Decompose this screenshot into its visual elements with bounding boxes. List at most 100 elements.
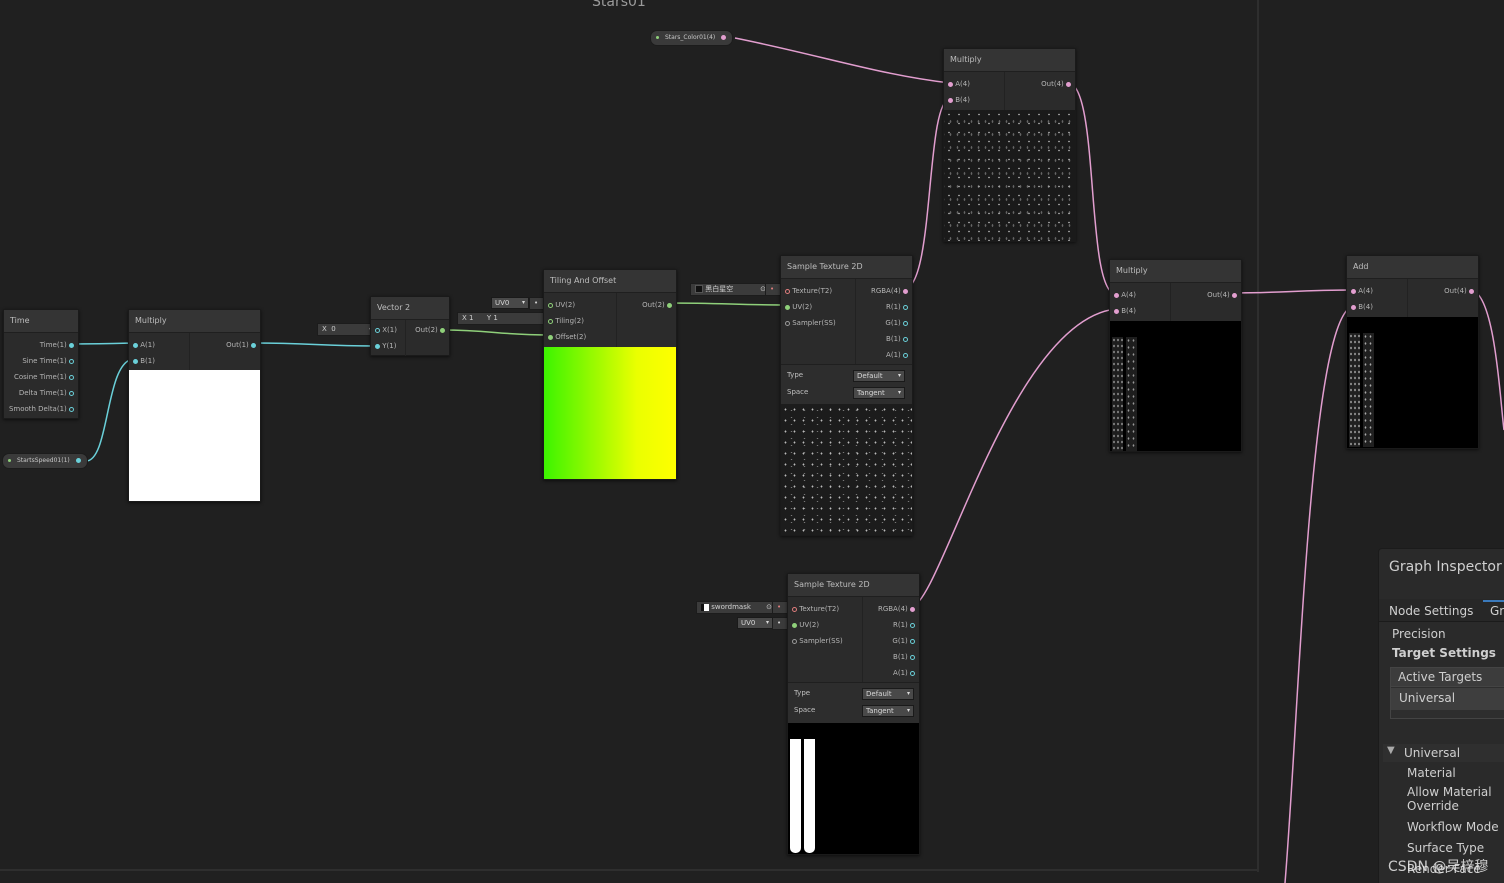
port-label: RGBA(4) [870,287,901,295]
group-border-bottom [0,869,1259,871]
graph-inspector-panel[interactable]: Graph Inspector Node Settings Gra Precis… [1378,548,1504,883]
output-port[interactable] [69,406,74,412]
output-port[interactable] [440,327,445,333]
output-port[interactable] [251,342,256,348]
input-port[interactable] [1351,304,1356,310]
port-label: Offset(2) [555,333,587,341]
input-port[interactable] [948,81,953,87]
input-port[interactable] [792,606,797,612]
input-port[interactable] [785,288,790,294]
output-port[interactable] [75,458,81,463]
input-port[interactable] [375,343,380,349]
output-port[interactable] [667,302,672,308]
multiply-node-2[interactable]: Multiply A(4) B(4) Out(4) [943,48,1076,242]
port-label: Texture(T2) [799,605,840,613]
input-port[interactable] [785,304,790,310]
type-label: Type [794,689,811,697]
universal-foldout[interactable]: ▼ Universal [1383,744,1504,762]
output-port[interactable] [1232,292,1237,298]
speed-property-node[interactable]: StartsSpeed01(1) [2,453,88,469]
input-port[interactable] [548,318,553,324]
output-port[interactable] [1469,288,1474,294]
input-port[interactable] [133,342,138,348]
output-port[interactable] [910,622,915,628]
uv-connector-2: • [772,617,788,630]
sample-texture-node-1[interactable]: Sample Texture 2D Texture(T2) UV(2) Samp… [780,255,913,536]
output-port[interactable] [69,358,74,364]
vector-x-field[interactable]: X 0 • [317,323,375,336]
input-port[interactable] [375,327,380,333]
input-port[interactable] [1114,308,1119,314]
output-port[interactable] [910,670,915,676]
tab-graph-settings[interactable]: Gra [1490,604,1504,618]
input-port[interactable] [1114,292,1119,298]
output-port[interactable] [903,304,908,310]
port-label: RGBA(4) [877,605,908,613]
output-port[interactable] [69,374,74,380]
texture-slot[interactable]: 黑白星空 ⊙ [690,283,770,296]
output-port[interactable] [69,390,74,396]
port-label: Out(4) [1444,287,1467,295]
input-port[interactable] [948,97,953,103]
input-port[interactable] [792,638,797,644]
target-settings-label: Target Settings [1392,646,1496,660]
node-settings: Type Default Space Tangent [788,682,919,723]
property-label: StartsSpeed01(1) [17,457,70,464]
shader-graph-canvas[interactable]: Stars01 Time Time(1) Sine Time(1) Cosine… [0,0,1504,883]
material-label: Material [1407,766,1456,780]
space-dropdown[interactable]: Tangent [853,387,905,399]
output-port[interactable] [1066,81,1071,87]
type-dropdown[interactable]: Default [862,688,914,700]
wire-multiply-to-add [1232,289,1355,294]
uv-channel-dropdown[interactable]: UV0 [491,297,529,309]
tiling-and-offset-node[interactable]: Tiling And Offset UV(2) Tiling(2) Offset… [543,269,677,480]
precision-label: Precision [1392,627,1446,641]
output-port[interactable] [910,654,915,660]
multiply-node-3[interactable]: Multiply A(4) B(4) Out(4) [1109,259,1242,452]
sample-texture-node-2[interactable]: Sample Texture 2D Texture(T2) UV(2) Samp… [787,573,920,855]
output-port[interactable] [903,320,908,326]
input-port[interactable] [133,358,138,364]
output-port[interactable] [910,606,915,612]
port-label: Sine Time(1) [22,357,67,365]
group-title[interactable]: Stars01 [592,0,646,10]
space-dropdown[interactable]: Tangent [862,705,914,717]
output-port[interactable] [721,35,727,40]
input-port[interactable] [548,302,553,308]
output-port[interactable] [910,638,915,644]
texture-connector: • [765,283,781,296]
port-label: A(4) [1121,291,1136,299]
port-label: B(1) [140,357,155,365]
wire-vector-to-tiling [441,329,551,336]
node-preview [781,404,912,535]
tab-node-settings[interactable]: Node Settings [1389,604,1473,618]
add-node[interactable]: Add A(4) B(4) Out(4) [1346,255,1479,449]
node-title: Multiply [129,310,260,333]
input-port[interactable] [792,622,797,628]
type-dropdown[interactable]: Default [853,370,905,382]
active-targets-header: Active Targets [1398,670,1483,684]
space-label: Space [794,706,816,714]
output-port[interactable] [69,342,74,348]
node-title: Add [1347,256,1478,279]
uv-channel-dropdown-2[interactable]: UV0 [737,617,773,629]
output-port[interactable] [903,352,908,358]
active-targets-list[interactable]: Active Targets Universal [1390,667,1504,719]
input-port[interactable] [1351,288,1356,294]
output-port[interactable] [903,288,908,294]
list-item[interactable]: Universal [1391,688,1504,710]
input-port[interactable] [785,320,790,326]
texture-slot-2[interactable]: swordmask ⊙ [696,601,776,614]
input-port[interactable] [548,334,553,340]
multiply-node-1[interactable]: Multiply A(1) B(1) Out(1) [128,309,261,502]
color-property-node[interactable]: Stars_Color01(4) [650,30,734,46]
space-label: Space [787,388,809,396]
port-label: B(1) [893,653,908,661]
vector2-node[interactable]: Vector 2 X(1) Y(1) Out(2) [370,296,450,356]
wire-time-to-multiply [71,342,135,345]
time-node[interactable]: Time Time(1) Sine Time(1) Cosine Time(1)… [3,309,79,419]
port-label: Sampler(SS) [799,637,843,645]
output-port[interactable] [903,336,908,342]
tiling-xy-field[interactable]: X 1 Y 1 [457,312,547,325]
node-title: Multiply [1110,260,1241,283]
